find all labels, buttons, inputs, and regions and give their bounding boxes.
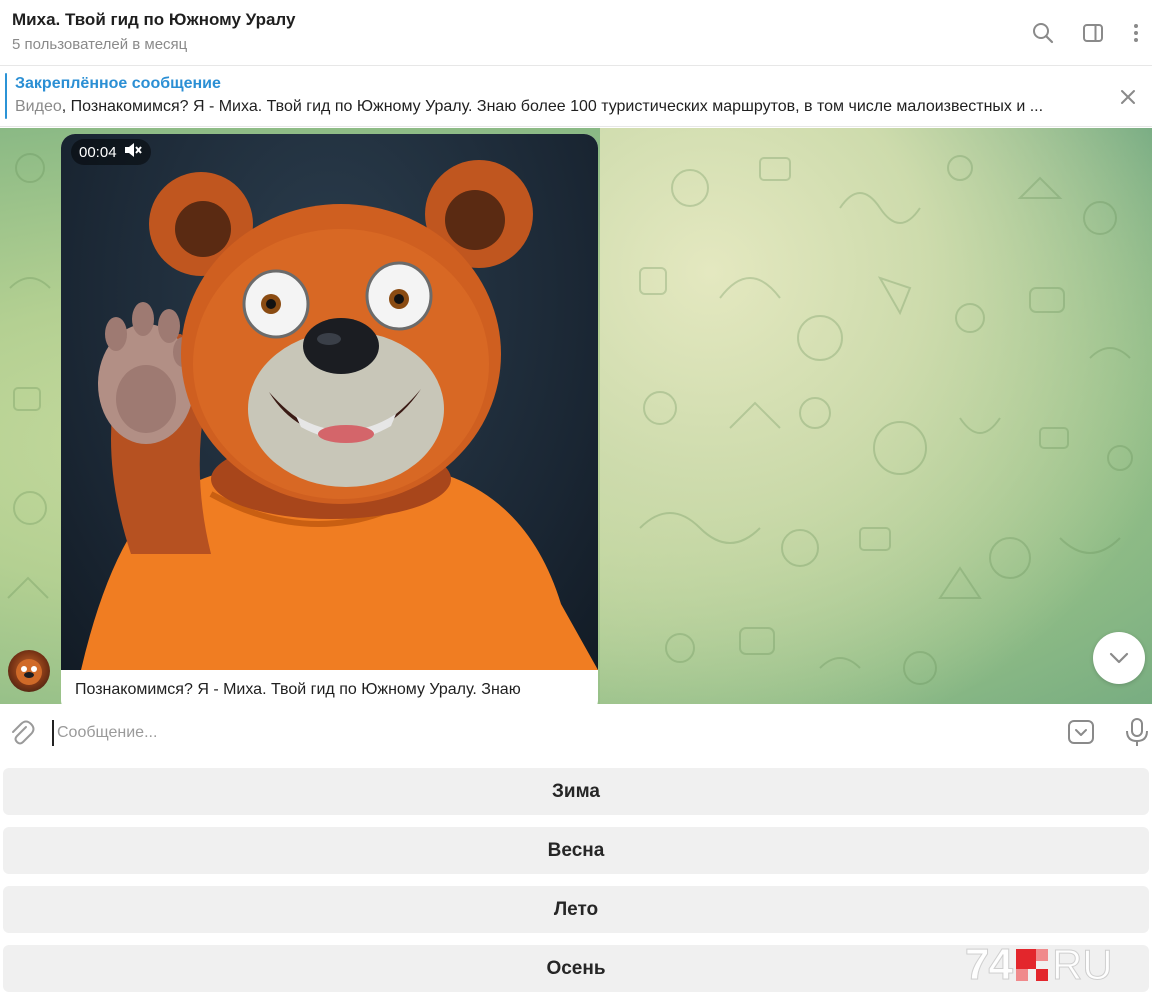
pinned-accent-line [5, 73, 7, 119]
bear-mascot-image [81, 160, 598, 670]
message-composer [0, 704, 1152, 762]
watermark-number: 74 [965, 940, 1014, 990]
pinned-preview: Видео, Познакомимся? Я - Миха. Твой гид … [15, 98, 1090, 116]
sidebar-toggle-icon[interactable] [1079, 19, 1107, 47]
pinned-title: Закреплённое сообщение [15, 75, 221, 92]
chevron-down-icon [1109, 652, 1129, 664]
watermark-suffix: RU [1051, 941, 1113, 989]
chat-subtitle: 5 пользователей в месяц [12, 36, 188, 53]
video-preview[interactable]: 00:04 [61, 134, 598, 670]
message-caption: Познакомимся? Я - Миха. Твой гид по Южно… [75, 681, 521, 698]
video-time: 00:04 [79, 143, 117, 161]
video-duration-badge[interactable]: 00:04 [71, 139, 151, 165]
video-message[interactable]: 00:04 Познакомимся? Я - Миха. Твой гид п… [61, 134, 598, 704]
chat-header: Миха. Твой гид по Южному Уралу 5 пользов… [0, 0, 1152, 66]
pinned-message-bar[interactable]: Закреплённое сообщение Видео, Познакомим… [0, 67, 1152, 127]
watermark-logo-icon [1015, 949, 1048, 981]
scroll-down-button[interactable] [1093, 632, 1145, 684]
pinned-kind: Видео [15, 98, 62, 115]
keyboard-button-spring[interactable]: Весна [3, 827, 1149, 874]
speaker-muted-icon[interactable] [123, 141, 143, 163]
pinned-text: , Познакомимся? Я - Миха. Твой гид по Юж… [61, 98, 1044, 115]
more-vert-icon[interactable] [1122, 19, 1150, 47]
keyboard-button-winter[interactable]: Зима [3, 768, 1149, 815]
chat-title[interactable]: Миха. Твой гид по Южному Уралу [12, 10, 295, 30]
avatar[interactable] [8, 650, 50, 692]
paperclip-icon[interactable] [6, 718, 36, 748]
chat-area[interactable]: 00:04 Познакомимся? Я - Миха. Твой гид п… [0, 128, 1152, 704]
keyboard-button-summer[interactable]: Лето [3, 886, 1149, 933]
close-icon[interactable] [1116, 85, 1140, 109]
message-input[interactable] [52, 720, 1032, 746]
keyboard-toggle-icon[interactable] [1066, 717, 1096, 747]
microphone-icon[interactable] [1122, 716, 1152, 748]
search-icon[interactable] [1029, 19, 1057, 47]
site-watermark: 74 RU [965, 940, 1114, 990]
